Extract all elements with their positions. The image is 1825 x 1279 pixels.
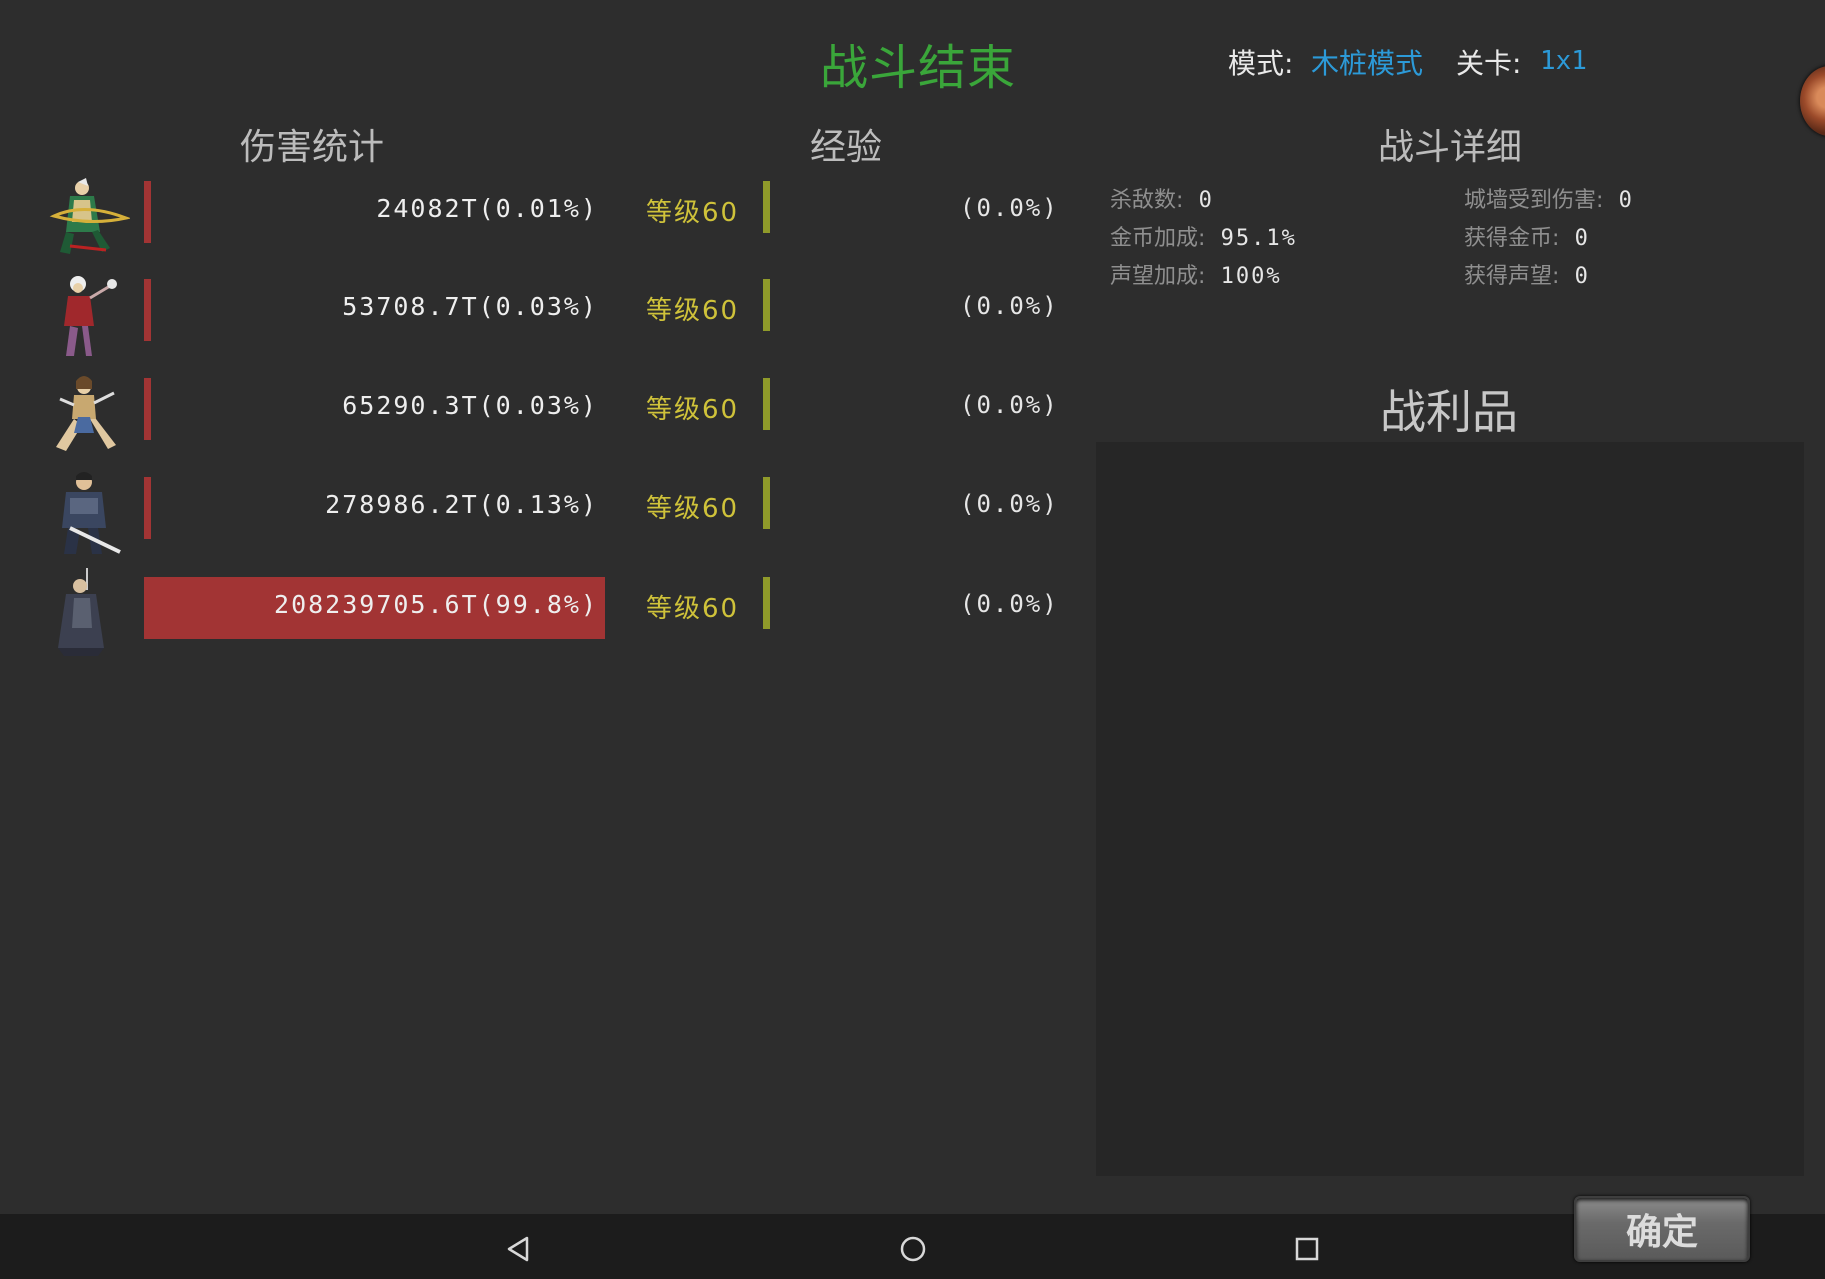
damage-bar: 278986.2T(0.13%) xyxy=(144,477,606,539)
fame-gained-value: 0 xyxy=(1574,264,1590,289)
hero-row: 65290.3T(0.03%) 等级60 (0.0%) xyxy=(0,369,1080,451)
gold-bonus-value: 95.1% xyxy=(1220,226,1297,251)
stage-value: 1x1 xyxy=(1540,46,1587,76)
gold-bonus-label: 金币加成: xyxy=(1110,226,1206,251)
kills-label: 杀敌数: xyxy=(1110,188,1184,213)
armored-swordsman-hero-icon xyxy=(62,472,121,554)
stage-label: 关卡: xyxy=(1456,47,1522,80)
damage-value: 24082T(0.01%) xyxy=(376,194,598,223)
damage-bar-fill xyxy=(144,378,151,440)
cloaked-knight-hero-icon xyxy=(58,568,104,656)
fame-bonus-value: 100% xyxy=(1220,264,1282,289)
hero-level: 等级60 xyxy=(646,296,740,326)
gold-gained-value: 0 xyxy=(1574,226,1590,251)
hero-level: 等级60 xyxy=(646,395,740,425)
mode-label: 模式: xyxy=(1228,47,1294,80)
hero-level: 等级60 xyxy=(646,494,740,524)
fame-gained-label: 获得声望: xyxy=(1464,264,1560,289)
fame-gained-stat: 获得声望: 0 xyxy=(1464,258,1590,290)
battle-end-title: 战斗结束 xyxy=(820,40,1017,96)
damage-value: 208239705.6T(99.8%) xyxy=(274,590,598,619)
damage-bar-fill xyxy=(144,181,151,243)
damage-bar: 24082T(0.01%) xyxy=(144,181,606,243)
hero-level: 等级60 xyxy=(646,594,740,624)
home-circle-icon[interactable] xyxy=(898,1234,928,1264)
loot-heading: 战利品 xyxy=(1380,385,1518,439)
wall-damage-value: 0 xyxy=(1618,188,1634,213)
damage-value: 278986.2T(0.13%) xyxy=(325,490,598,519)
wall-damage-label: 城墙受到伤害: xyxy=(1464,188,1604,213)
damage-bar-fill xyxy=(144,279,151,341)
exp-bar xyxy=(763,279,770,331)
damage-value: 53708.7T(0.03%) xyxy=(342,292,598,321)
exp-value: (0.0%) xyxy=(960,590,1059,618)
hero-level: 等级60 xyxy=(646,198,740,228)
hero-row: 278986.2T(0.13%) 等级60 (0.0%) xyxy=(0,468,1080,554)
menu-orb-icon[interactable] xyxy=(1800,66,1825,136)
confirm-button[interactable]: 确定 xyxy=(1574,1196,1750,1262)
fame-bonus-stat: 声望加成: 100% xyxy=(1110,258,1282,290)
experience-heading: 经验 xyxy=(810,127,883,168)
exp-value: (0.0%) xyxy=(960,391,1059,419)
damage-stats-heading: 伤害统计 xyxy=(240,127,385,168)
exp-value: (0.0%) xyxy=(960,490,1059,518)
hero-row: 208239705.6T(99.8%) 等级60 (0.0%) xyxy=(0,568,1080,656)
hero-row: 53708.7T(0.03%) 等级60 (0.0%) xyxy=(0,270,1080,356)
exp-value: (0.0%) xyxy=(960,194,1059,222)
fame-bonus-label: 声望加成: xyxy=(1110,264,1206,289)
gold-bonus-stat: 金币加成: 95.1% xyxy=(1110,220,1297,252)
battle-detail-heading: 战斗详细 xyxy=(1378,127,1523,168)
damage-bar-fill xyxy=(144,477,151,539)
damage-value: 65290.3T(0.03%) xyxy=(342,391,598,420)
damage-bar: 53708.7T(0.03%) xyxy=(144,279,606,341)
exp-bar xyxy=(763,477,770,529)
mage-hero-icon xyxy=(64,276,117,356)
exp-bar xyxy=(763,181,770,233)
loot-panel xyxy=(1096,442,1804,1176)
kills-stat: 杀敌数: 0 xyxy=(1110,182,1214,214)
archer-hero-icon xyxy=(49,178,130,254)
exp-bar xyxy=(763,378,770,430)
gold-gained-label: 获得金币: xyxy=(1464,226,1560,251)
mode-value: 木桩模式 xyxy=(1311,47,1424,80)
exp-bar xyxy=(763,577,770,629)
wall-damage-stat: 城墙受到伤害: 0 xyxy=(1464,182,1634,214)
exp-value: (0.0%) xyxy=(960,292,1059,320)
system-nav-bar xyxy=(0,1214,1825,1279)
warrior-woman-hero-icon xyxy=(56,376,116,451)
back-triangle-icon[interactable] xyxy=(503,1234,533,1264)
damage-bar: 208239705.6T(99.8%) xyxy=(144,577,606,639)
kills-value: 0 xyxy=(1198,188,1214,213)
damage-bar: 65290.3T(0.03%) xyxy=(144,378,606,440)
hero-row: 24082T(0.01%) 等级60 (0.0%) xyxy=(0,172,1080,254)
recents-square-icon[interactable] xyxy=(1292,1234,1322,1264)
gold-gained-stat: 获得金币: 0 xyxy=(1464,220,1590,252)
